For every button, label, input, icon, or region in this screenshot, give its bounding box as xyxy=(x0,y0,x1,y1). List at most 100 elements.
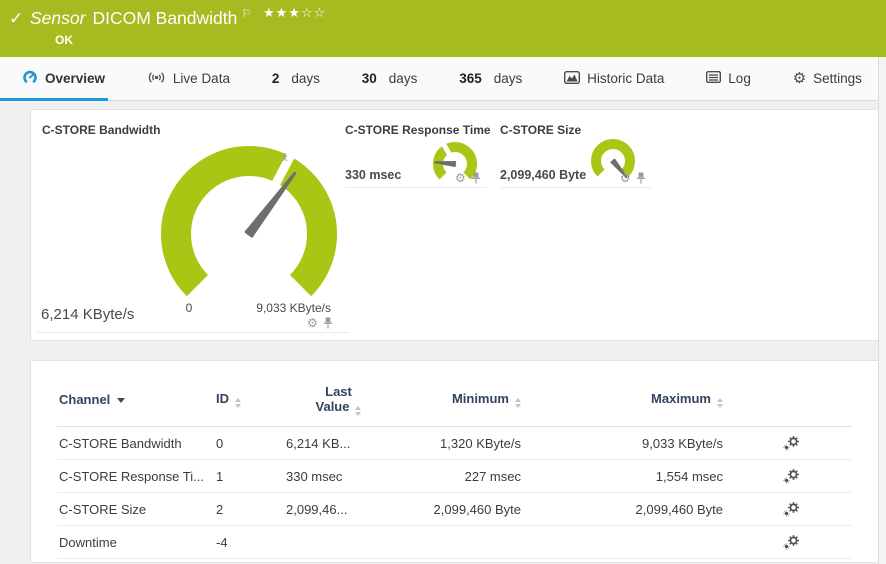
column-header-channel[interactable]: Channel xyxy=(57,392,216,407)
channel-minimum: 227 msec xyxy=(391,469,521,484)
column-header-maximum[interactable]: Maximum xyxy=(521,391,723,408)
sort-icon xyxy=(717,398,723,408)
channel-settings-icon[interactable] xyxy=(783,535,800,550)
gear-icon[interactable]: ⚙ xyxy=(620,172,631,184)
tab-label: Overview xyxy=(45,71,105,86)
table-row[interactable]: Downtime -4 xyxy=(57,526,852,559)
gauge-icon xyxy=(22,70,38,87)
gauge-needle xyxy=(246,173,295,236)
status-badge: OK xyxy=(55,33,73,47)
channel-id: 1 xyxy=(216,469,286,484)
tab-label: Historic Data xyxy=(587,71,664,86)
divider xyxy=(345,187,487,188)
channel-id: 2 xyxy=(216,502,286,517)
channel-settings-icon[interactable] xyxy=(783,436,800,451)
channel-settings-icon[interactable] xyxy=(783,502,800,517)
table-row[interactable]: C-STORE Size 2 2,099,46... 2,099,460 Byt… xyxy=(57,493,852,526)
page-title: DICOM Bandwidth xyxy=(92,8,237,28)
chart-icon xyxy=(564,71,580,87)
gauge-actions: ⚙ xyxy=(455,172,481,184)
log-list-icon xyxy=(706,71,721,86)
pin-icon[interactable] xyxy=(471,172,481,184)
table-header-row: Channel ID Last Value Minimum Maximum xyxy=(57,361,852,427)
tab-settings[interactable]: ⚙ Settings xyxy=(793,57,862,100)
column-header-label: Maximum xyxy=(651,391,711,406)
tab-label: days xyxy=(389,71,418,86)
channel-maximum: 1,554 msec xyxy=(521,469,723,484)
gauge-actions: ⚙ xyxy=(307,317,333,329)
channel-maximum: 2,099,460 Byte xyxy=(521,502,723,517)
active-tab-indicator xyxy=(0,98,108,101)
tab-365-days[interactable]: 365 days xyxy=(459,57,522,100)
gauge-scale-min: 0 xyxy=(169,301,209,315)
sensor-title-line: Sensor DICOM Bandwidth ⚐ xyxy=(30,7,251,29)
stars-filled-icon[interactable]: ★★★ xyxy=(263,5,301,20)
prtg-sensor-page: ✓ Sensor DICOM Bandwidth ⚐ ★★★☆☆ OK Overvi… xyxy=(0,0,886,564)
column-header-label: Last xyxy=(325,384,352,399)
channel-settings-icon[interactable] xyxy=(783,469,800,484)
priority-stars[interactable]: ★★★☆☆ xyxy=(263,5,326,21)
bandwidth-gauge: x̄ xyxy=(149,142,349,300)
gauge-last-value: 330 msec xyxy=(345,168,401,182)
sensor-header: ✓ Sensor DICOM Bandwidth ⚐ ★★★☆☆ OK xyxy=(0,0,886,57)
divider xyxy=(500,187,652,188)
channel-name: C-STORE Bandwidth xyxy=(57,436,216,451)
gauge-arc xyxy=(176,161,322,286)
gauge-arc xyxy=(596,144,630,173)
column-header-id[interactable]: ID xyxy=(216,391,286,408)
tab-label: days xyxy=(291,71,320,86)
tab-bar: Overview Live Data 2 days 30 days 365 da… xyxy=(0,57,886,101)
tab-day-count: 30 xyxy=(362,71,377,86)
sensor-kind-label: Sensor xyxy=(30,8,85,28)
gauge-scale-max: 9,033 KByte/s xyxy=(231,301,331,315)
gear-icon[interactable]: ⚙ xyxy=(455,172,466,184)
column-header-minimum[interactable]: Minimum xyxy=(391,391,521,408)
gear-icon[interactable]: ⚙ xyxy=(307,317,318,329)
channel-name: C-STORE Response Ti... xyxy=(57,469,216,484)
pin-icon[interactable] xyxy=(323,317,333,329)
table-row[interactable]: C-STORE Response Ti... 1 330 msec 227 ms… xyxy=(57,460,852,493)
channel-last-value: 330 msec xyxy=(286,469,391,484)
channel-name: Downtime xyxy=(57,535,216,550)
channel-id: 0 xyxy=(216,436,286,451)
tab-day-count: 2 xyxy=(272,71,280,86)
channel-maximum: 9,033 KByte/s xyxy=(521,436,723,451)
ok-check-icon: ✓ xyxy=(9,9,23,29)
tab-30-days[interactable]: 30 days xyxy=(362,57,418,100)
column-header-label: ID xyxy=(216,391,229,406)
scrollbar[interactable] xyxy=(878,57,886,564)
tab-label: Settings xyxy=(813,71,862,86)
stars-empty-icon[interactable]: ☆☆ xyxy=(301,5,326,20)
channel-minimum: 1,320 KByte/s xyxy=(391,436,521,451)
gear-icon: ⚙ xyxy=(793,71,806,86)
tab-overview[interactable]: Overview xyxy=(22,57,105,100)
column-header-label: Channel xyxy=(59,392,110,407)
gauge-title: C-STORE Response Time xyxy=(345,123,491,137)
tab-log[interactable]: Log xyxy=(706,57,751,100)
gauge-title: C-STORE Bandwidth xyxy=(42,123,160,137)
overview-content: C-STORE Bandwidth x̄ 0 9,033 KByte/s 6,2… xyxy=(0,101,886,563)
tab-historic-data[interactable]: Historic Data xyxy=(564,57,664,100)
tab-label: Log xyxy=(728,71,751,86)
channel-id: -4 xyxy=(216,535,286,550)
tab-live-data[interactable]: Live Data xyxy=(147,57,230,100)
sort-icon xyxy=(355,406,361,416)
column-header-last-value[interactable]: Last Value xyxy=(286,384,391,416)
channel-minimum: 2,099,460 Byte xyxy=(391,502,521,517)
divider xyxy=(37,332,349,333)
pin-icon[interactable] xyxy=(636,172,646,184)
channels-table-panel: Channel ID Last Value Minimum Maximum xyxy=(30,360,879,563)
table-row[interactable]: C-STORE Bandwidth 0 6,214 KB... 1,320 KB… xyxy=(57,427,852,460)
tab-label: Live Data xyxy=(173,71,230,86)
sort-icon xyxy=(235,398,241,408)
gauge-last-value: 2,099,460 Byte xyxy=(500,168,586,182)
tab-2-days[interactable]: 2 days xyxy=(272,57,320,100)
channel-last-value: 6,214 KB... xyxy=(286,436,391,451)
gauge-actions: ⚙ xyxy=(620,172,646,184)
column-header-label: Minimum xyxy=(452,391,509,406)
column-header-label-line2: Value xyxy=(316,399,362,416)
flag-icon[interactable]: ⚐ xyxy=(241,8,251,20)
channel-last-value: 2,099,46... xyxy=(286,502,391,517)
mean-marker-label: x̄ xyxy=(282,152,288,164)
gauge-title: C-STORE Size xyxy=(500,123,581,137)
